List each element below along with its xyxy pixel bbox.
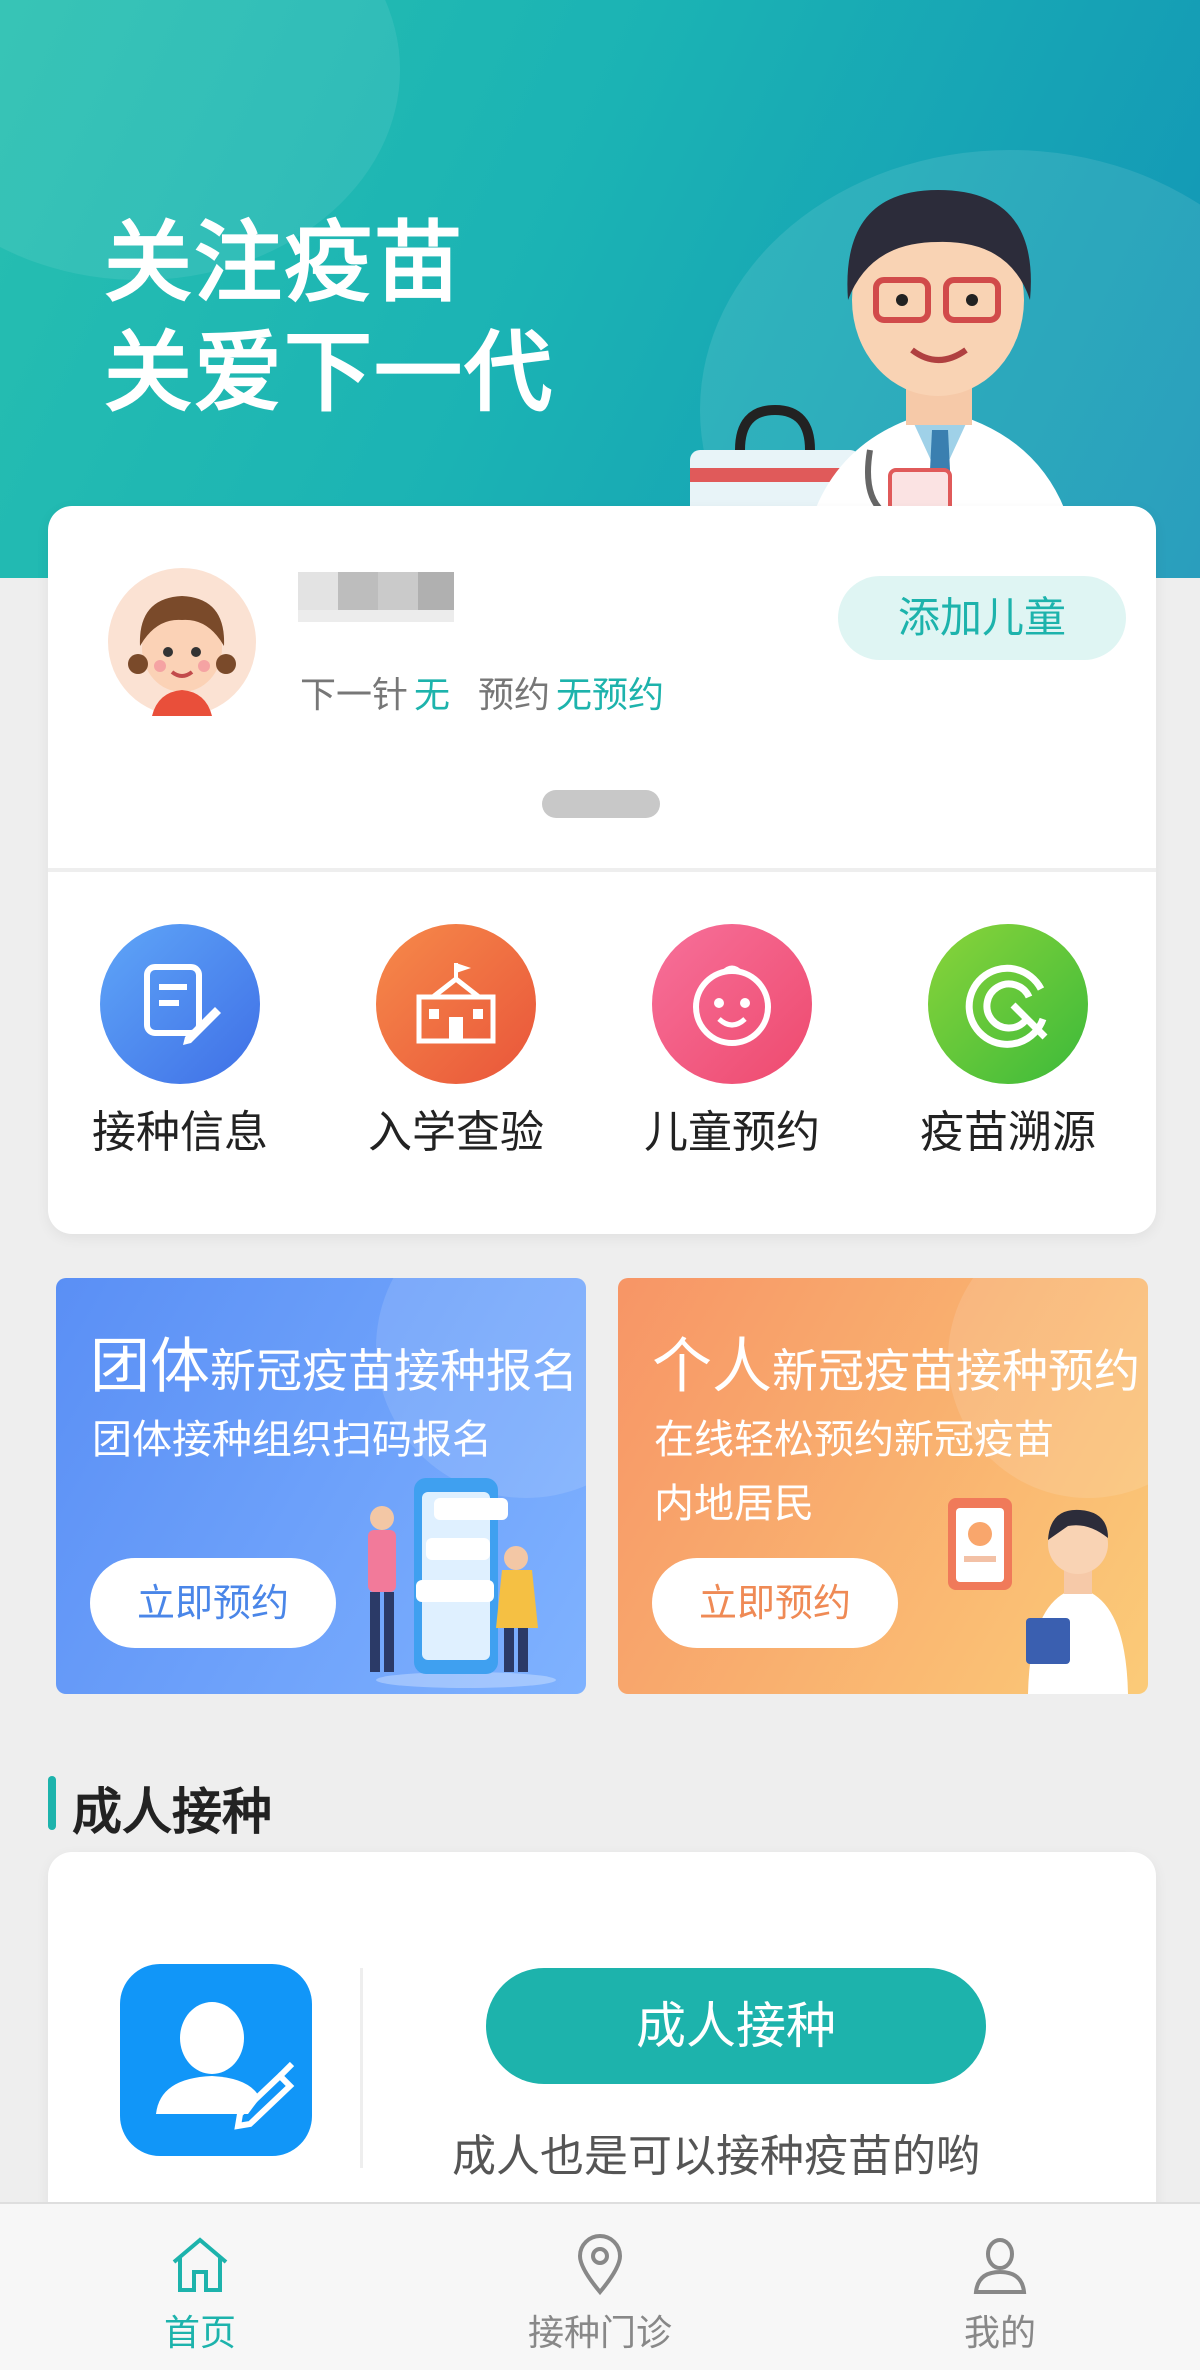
personal-covid-appointment-banner[interactable]: 个人新冠疫苗接种预约 在线轻松预约新冠疫苗 内地居民 立即预约 <box>618 1278 1148 1694</box>
tab-clinic[interactable]: 接种门诊 <box>480 2204 720 2370</box>
next-dose-value: 无 <box>414 675 451 716</box>
quick-action-vaccine-trace[interactable]: 疫苗溯源 <box>898 924 1118 1160</box>
people-phone-illustration <box>368 1478 556 1688</box>
appointment-value: 无预约 <box>556 675 665 716</box>
section-title-adult: 成人接种 <box>72 1783 272 1841</box>
hero-banner: 关注疫苗 关爱下一代 <box>0 0 1200 578</box>
quick-action-label: 疫苗溯源 <box>920 1107 1096 1158</box>
hero-slogan-line1: 关注疫苗 <box>104 211 465 314</box>
vertical-divider <box>360 1968 363 2168</box>
hero-slogan: 关注疫苗 关爱下一代 <box>104 208 554 428</box>
quick-action-label: 儿童预约 <box>644 1107 820 1158</box>
tab-mine[interactable]: 我的 <box>880 2204 1120 2370</box>
tab-label: 首页 <box>163 2313 236 2354</box>
book-now-button[interactable]: 立即预约 <box>652 1558 898 1648</box>
banner-title: 个人新冠疫苗接种预约 <box>652 1332 1140 1402</box>
adult-vaccination-card: 成人接种 成人也是可以接种疫苗的哟 <box>48 1852 1156 2212</box>
quick-action-vaccination-info[interactable]: 接种信息 <box>70 924 290 1160</box>
add-child-button[interactable]: 添加儿童 <box>838 576 1126 660</box>
child-status: 下一针无预约 无预约 <box>300 666 692 718</box>
banner-subtitle: 团体接种组织扫码报名 <box>92 1417 492 1463</box>
quick-action-label: 入学查验 <box>368 1107 544 1158</box>
quick-action-school-check[interactable]: 入学查验 <box>346 924 566 1160</box>
child-avatar[interactable] <box>108 568 256 716</box>
banner-title: 团体新冠疫苗接种报名 <box>90 1332 578 1402</box>
school-icon <box>376 924 536 1084</box>
hero-slogan-line2: 关爱下一代 <box>104 321 555 424</box>
expand-handle[interactable] <box>542 790 660 818</box>
adult-vaccination-icon <box>120 1964 312 2156</box>
child-card: 下一针无预约 无预约 添加儿童 接种信息 入学查验 儿童预约 疫苗溯源 <box>48 506 1156 1234</box>
divider <box>48 868 1156 872</box>
appointment-label: 预约 <box>478 675 551 716</box>
adult-vaccination-button[interactable]: 成人接种 <box>486 1968 986 2084</box>
tab-home[interactable]: 首页 <box>80 2204 320 2370</box>
next-dose-label: 下一针 <box>300 675 409 716</box>
home-icon <box>172 2237 228 2292</box>
bottom-tab-bar: 首页 接种门诊 我的 <box>0 2202 1200 2370</box>
baby-face-icon <box>652 924 812 1084</box>
user-icon <box>973 2238 1027 2294</box>
book-now-button[interactable]: 立即预约 <box>90 1558 336 1648</box>
tab-label: 接种门诊 <box>527 2313 672 2354</box>
child-name-blurred <box>298 562 454 630</box>
section-accent-bar <box>48 1776 56 1830</box>
adult-vaccination-description: 成人也是可以接种疫苗的哟 <box>452 2131 980 2182</box>
location-pin-icon <box>577 2234 623 2296</box>
trace-icon <box>928 924 1088 1084</box>
doctor-clipboard-illustration <box>948 1498 1128 1694</box>
tab-label: 我的 <box>963 2313 1036 2354</box>
quick-action-label: 接种信息 <box>92 1107 268 1158</box>
quick-action-child-appointment[interactable]: 儿童预约 <box>622 924 842 1160</box>
group-covid-registration-banner[interactable]: 团体新冠疫苗接种报名 团体接种组织扫码报名 立即预约 <box>56 1278 586 1694</box>
document-edit-icon <box>100 924 260 1084</box>
